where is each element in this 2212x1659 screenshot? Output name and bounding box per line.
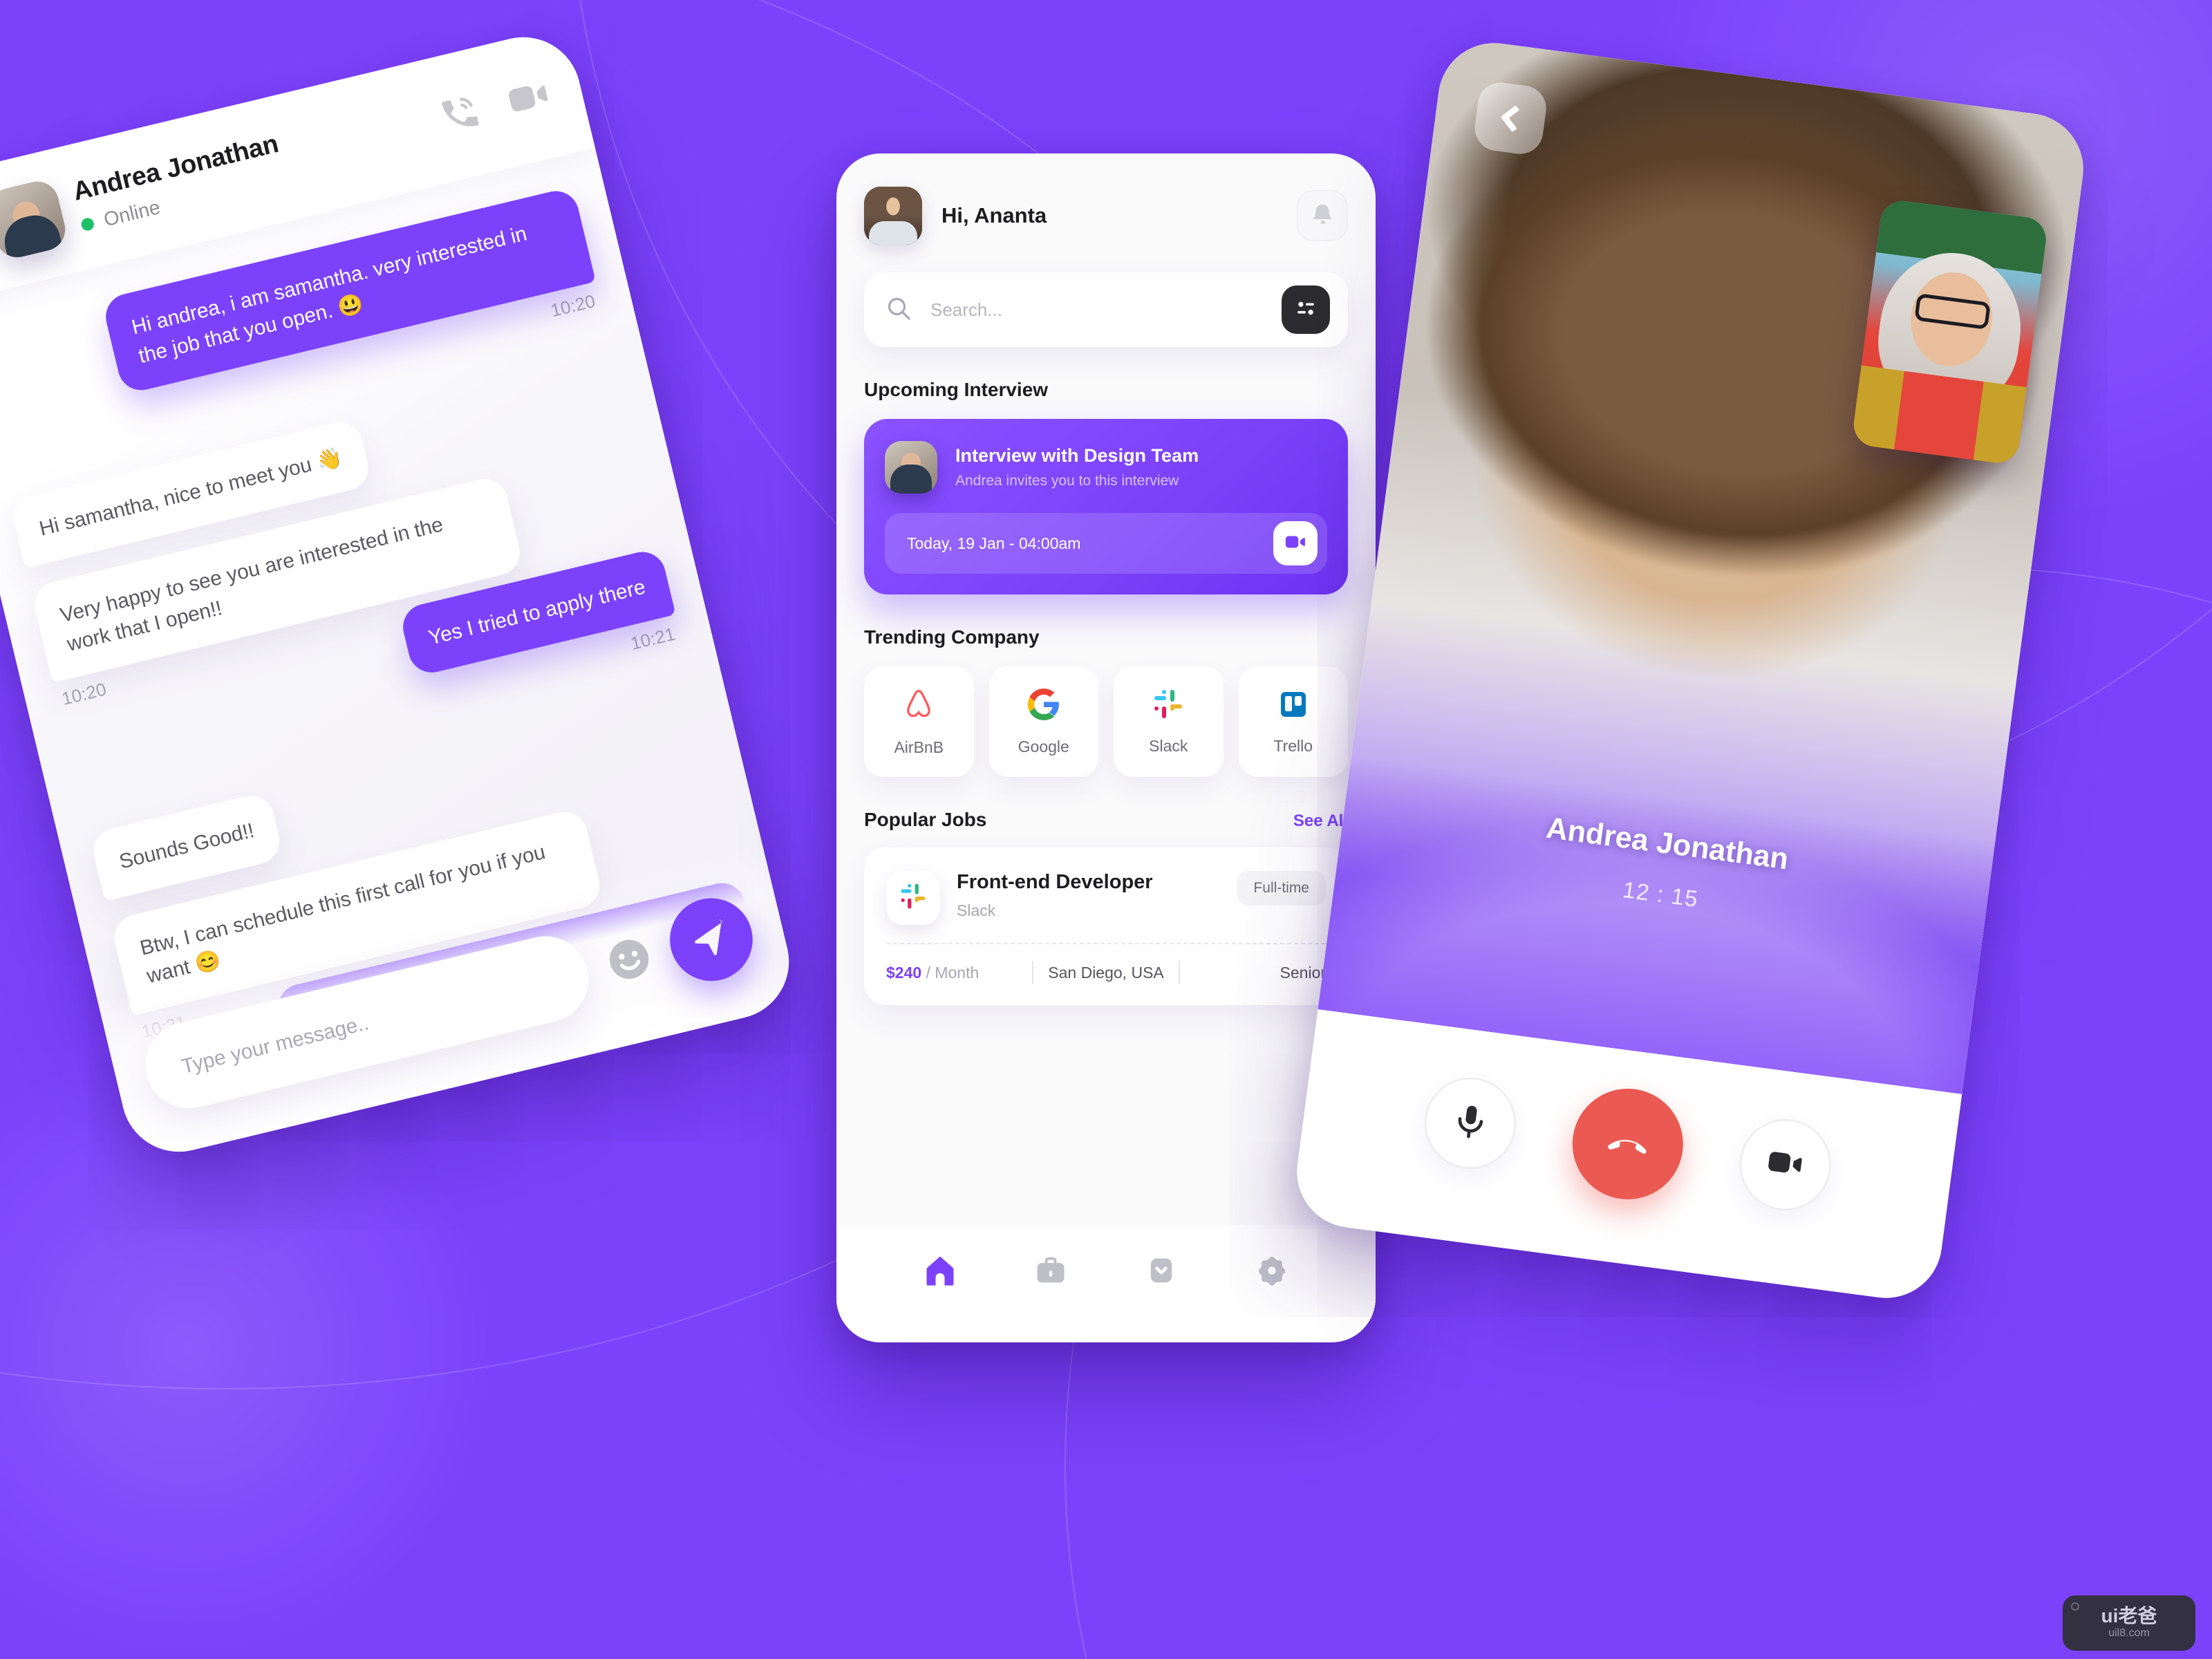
divider [886, 943, 1326, 944]
interview-datetime: Today, 19 Jan - 04:00am [907, 534, 1081, 552]
bell-icon [1309, 201, 1335, 231]
section-title-upcoming-interview: Upcoming Interview [864, 379, 1049, 400]
toggle-video-button[interactable] [1734, 1113, 1837, 1217]
filter-button[interactable] [1282, 285, 1330, 334]
search-icon [885, 294, 912, 326]
company-name: Trello [1273, 737, 1313, 755]
company-name: AirBnB [894, 738, 944, 756]
tab-home[interactable] [922, 1253, 958, 1292]
job-type-badge: Full-time [1237, 871, 1326, 906]
interview-title: Interview with Design Team [955, 445, 1199, 466]
company-list: AirBnB Google Slack Trello [864, 666, 1348, 777]
microphone-icon [1447, 1098, 1493, 1148]
back-button[interactable] [1472, 79, 1549, 157]
watermark: ui老爸 uil8.com [2063, 1595, 2195, 1651]
home-icon [922, 1256, 958, 1291]
slack-logo-icon [1152, 688, 1185, 724]
see-all-link[interactable]: See All [1293, 812, 1348, 831]
avatar [885, 441, 937, 494]
status-label: Online [101, 195, 162, 231]
message-timestamp: 10:21 [628, 624, 677, 655]
interview-card[interactable]: Interview with Design Team Andrea invite… [864, 419, 1348, 594]
company-card-google[interactable]: Google [988, 666, 1098, 777]
message-input-placeholder: Type your message.. [178, 1010, 371, 1078]
job-card[interactable]: Front-end Developer Slack Full-time $240… [864, 847, 1348, 1005]
gear-icon [1254, 1256, 1290, 1291]
tab-messages[interactable] [1143, 1253, 1179, 1292]
job-price: $240 [886, 963, 922, 982]
job-company-logo [886, 871, 940, 925]
message-timestamp: 10:20 [59, 679, 109, 710]
company-card-trello[interactable]: Trello [1238, 666, 1348, 777]
notification-button[interactable] [1297, 190, 1348, 241]
slack-logo-icon [899, 882, 928, 915]
job-title: Front-end Developer [957, 871, 1153, 893]
video-camera-icon[interactable] [501, 70, 556, 129]
emoji-icon[interactable] [601, 931, 657, 988]
section-title-popular-jobs: Popular Jobs [864, 809, 987, 830]
watermark-title: ui老爸 [2101, 1605, 2157, 1627]
message-timestamp: 10:20 [549, 292, 598, 322]
avatar[interactable] [864, 187, 922, 245]
search-input[interactable]: Search... [930, 299, 1264, 321]
tab-jobs[interactable] [1033, 1253, 1069, 1292]
interview-time-row: Today, 19 Jan - 04:00am [885, 513, 1327, 574]
end-call-button[interactable] [1566, 1082, 1690, 1206]
company-card-slack[interactable]: Slack [1114, 666, 1224, 777]
home-screen-phone: Hi, Ananta Search... Upcoming Interview … [836, 153, 1376, 1342]
company-card-airbnb[interactable]: AirBnB [864, 666, 974, 777]
watermark-dot-icon [2071, 1602, 2079, 1611]
interview-subtitle: Andrea invites you to this interview [955, 473, 1179, 489]
airbnb-logo-icon [901, 686, 937, 726]
online-dot-icon [79, 216, 95, 232]
briefcase-icon [1033, 1257, 1069, 1291]
google-logo-icon [1027, 687, 1061, 725]
join-call-button[interactable] [1273, 521, 1318, 565]
send-button[interactable] [661, 890, 762, 990]
video-camera-icon [1284, 530, 1307, 557]
job-meta-row: $240 / Month San Diego, USA Senior [886, 961, 1326, 984]
mute-button[interactable] [1418, 1071, 1522, 1175]
search-bar[interactable]: Search... [864, 272, 1348, 347]
phone-call-icon[interactable] [435, 88, 487, 142]
section-title-trending-company: Trending Company [864, 626, 1040, 648]
section-header-popular-jobs: Popular Jobs See All [864, 809, 1348, 831]
mail-icon [1143, 1258, 1179, 1291]
tab-settings[interactable] [1254, 1253, 1290, 1292]
job-location: San Diego, USA [1048, 963, 1164, 982]
bottom-navigation [836, 1225, 1376, 1342]
job-price-unit: / Month [926, 963, 980, 982]
company-name: Slack [1149, 737, 1188, 755]
company-name: Google [1018, 738, 1069, 756]
filter-icon [1293, 295, 1319, 325]
self-video-preview[interactable] [1850, 198, 2049, 466]
job-level: Senior [1280, 963, 1327, 982]
home-header: Hi, Ananta [864, 187, 1348, 245]
avatar [0, 177, 70, 262]
video-camera-icon [1761, 1139, 1809, 1191]
chevron-left-icon [1499, 105, 1528, 133]
job-company-name: Slack [957, 901, 996, 919]
watermark-url: uil8.com [2108, 1627, 2150, 1639]
end-call-icon [1598, 1112, 1658, 1176]
page-title: Hi, Ananta [941, 203, 1047, 227]
trello-logo-icon [1277, 688, 1310, 724]
